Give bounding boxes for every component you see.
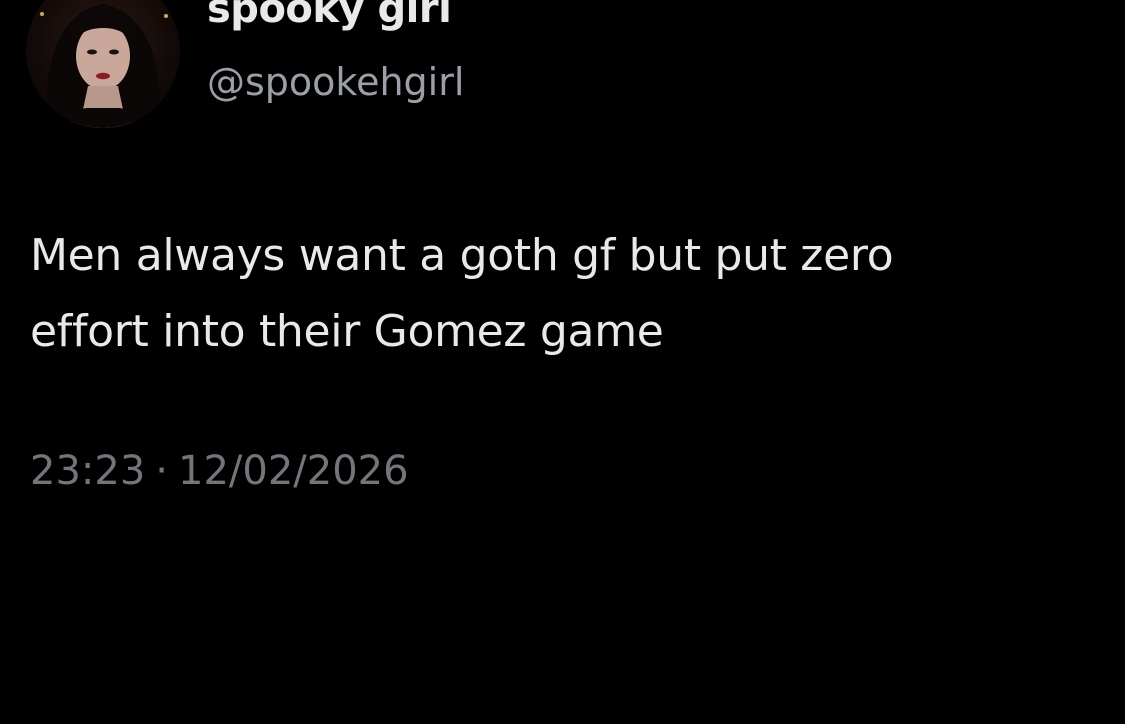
avatar[interactable]: [26, 0, 180, 128]
user-handle[interactable]: @spookehgirl: [207, 60, 464, 104]
avatar-portrait-icon: [40, 4, 168, 128]
tweet-date: 12/02/2026: [178, 448, 409, 494]
tweet-time: 23:23: [30, 448, 146, 494]
tweet-timestamp[interactable]: 23:23 · 12/02/2026: [30, 448, 409, 494]
display-name[interactable]: spooky girl: [207, 0, 452, 32]
tweet-text: Men always want a goth gf but put zero e…: [30, 218, 1100, 370]
meta-separator: ·: [155, 448, 168, 494]
tweet-text-line: effort into their Gomez game: [30, 306, 664, 357]
tweet-card: spooky girl @spookehgirl Men always want…: [0, 0, 1125, 724]
tweet-text-line: Men always want a goth gf but put zero: [30, 230, 894, 281]
